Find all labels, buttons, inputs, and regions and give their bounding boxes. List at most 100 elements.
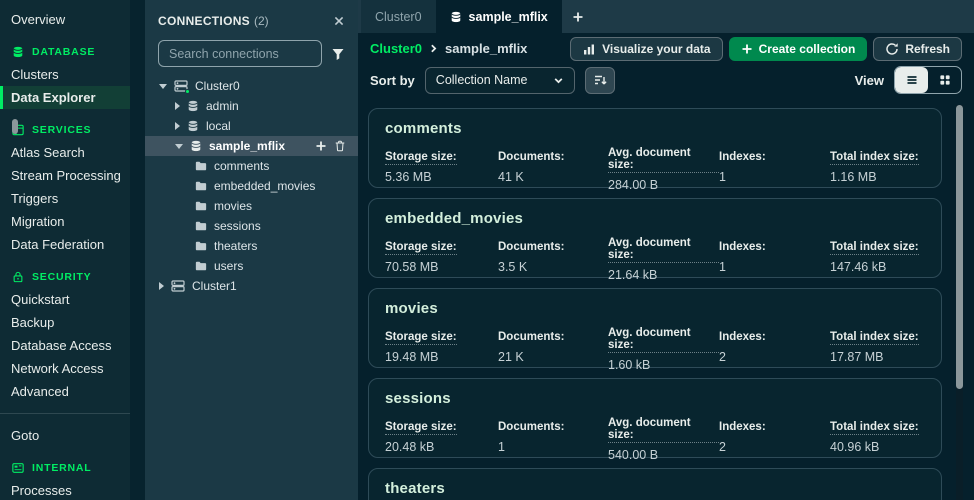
- stat-label-indexes: Indexes:: [719, 421, 766, 433]
- stat-value-storage-size: 20.48 kB: [385, 440, 498, 454]
- trash-icon: [334, 140, 346, 152]
- sort-field-value: Collection Name: [436, 73, 553, 87]
- tab-sample-mflix[interactable]: sample_mflix: [436, 0, 562, 33]
- list-view-button[interactable]: [895, 67, 928, 93]
- stat-value-indexes: 2: [719, 350, 830, 364]
- plus-icon: [741, 43, 753, 55]
- sidebar-section-label: SECURITY: [32, 271, 92, 283]
- tree-item-label: Cluster1: [192, 279, 237, 293]
- stat-label-total-index-size: Total index size:: [830, 241, 919, 255]
- stat-label-avg-doc-size: Avg. document size:: [608, 327, 719, 353]
- sidebar-item-database-access[interactable]: Database Access: [0, 334, 130, 357]
- tab-cluster0[interactable]: Cluster0: [361, 0, 436, 33]
- tree-item-label: movies: [214, 199, 252, 213]
- sort-field-select[interactable]: Collection Name: [425, 67, 575, 94]
- sidebar-item-triggers[interactable]: Triggers: [0, 187, 130, 210]
- tree-item-users[interactable]: users: [145, 256, 358, 276]
- sidebar-item-clusters[interactable]: Clusters: [0, 63, 130, 86]
- sort-direction-button[interactable]: [585, 67, 615, 94]
- vertical-scrollbar[interactable]: [956, 105, 963, 500]
- app-window: Overview DATABASE Clusters Data Explorer…: [0, 0, 974, 500]
- visualize-data-button[interactable]: Visualize your data: [570, 37, 723, 61]
- sidebar-item-goto[interactable]: Goto: [0, 424, 130, 447]
- grid-view-button[interactable]: [928, 67, 961, 93]
- sidebar-item-network-access[interactable]: Network Access: [0, 357, 130, 380]
- sidebar-section-label: INTERNAL: [32, 462, 91, 474]
- stat-value-total-index-size: 40.96 kB: [830, 440, 925, 454]
- sidebar-item-stream-processing[interactable]: Stream Processing: [0, 164, 130, 187]
- collection-title: movies: [385, 300, 925, 317]
- sidebar-item-backup[interactable]: Backup: [0, 311, 130, 334]
- sidebar-item-data-explorer[interactable]: Data Explorer: [0, 86, 130, 109]
- tree-item-sample-mflix[interactable]: sample_mflix: [145, 136, 358, 156]
- connections-tree: Cluster0 admin local sample_mflix: [145, 76, 358, 296]
- tree-item-cluster0[interactable]: Cluster0: [145, 76, 358, 96]
- tree-item-label: comments: [214, 159, 269, 173]
- collection-title: theaters: [385, 480, 925, 497]
- collection-card-comments[interactable]: comments Storage size:5.36 MB Documents:…: [368, 108, 942, 188]
- tree-item-theaters[interactable]: theaters: [145, 236, 358, 256]
- tree-item-comments[interactable]: comments: [145, 156, 358, 176]
- caret-right-icon[interactable]: [159, 282, 164, 290]
- tree-item-label: embedded_movies: [214, 179, 315, 193]
- main-sidebar: Overview DATABASE Clusters Data Explorer…: [0, 0, 130, 500]
- grid-view-icon: [939, 74, 951, 86]
- stat-value-storage-size: 70.58 MB: [385, 260, 498, 274]
- breadcrumb-database: sample_mflix: [445, 41, 527, 56]
- database-icon: [12, 46, 24, 58]
- sidebar-item-atlas-search[interactable]: Atlas Search: [0, 141, 130, 164]
- connections-header: CONNECTIONS (2): [145, 10, 358, 32]
- refresh-button[interactable]: Refresh: [873, 37, 962, 61]
- filter-connections-button[interactable]: [331, 47, 345, 61]
- create-collection-button[interactable]: Create collection: [729, 37, 868, 61]
- tree-item-cluster1[interactable]: Cluster1: [145, 276, 358, 296]
- tree-item-label: local: [206, 119, 231, 133]
- tree-item-label: sessions: [214, 219, 261, 233]
- collection-card-theaters[interactable]: theaters: [368, 468, 942, 500]
- tree-item-sessions[interactable]: sessions: [145, 216, 358, 236]
- collection-card-embedded-movies[interactable]: embedded_movies Storage size:70.58 MB Do…: [368, 198, 942, 278]
- tree-item-movies[interactable]: movies: [145, 196, 358, 216]
- scrollbar-thumb[interactable]: [956, 105, 963, 389]
- stat-label-storage-size: Storage size:: [385, 241, 457, 255]
- caret-right-icon[interactable]: [175, 122, 180, 130]
- caret-right-icon[interactable]: [175, 102, 180, 110]
- database-icon: [187, 120, 199, 132]
- caret-down-icon[interactable]: [175, 144, 183, 149]
- sidebar-item-migration[interactable]: Migration: [0, 210, 130, 233]
- create-collection-icon-button[interactable]: [315, 140, 327, 152]
- sidebar-item-processes[interactable]: Processes: [0, 479, 130, 500]
- stat-value-documents: 21 K: [498, 350, 608, 364]
- collection-card-movies[interactable]: movies Storage size:19.48 MB Documents:2…: [368, 288, 942, 368]
- stat-value-avg-doc-size: 1.60 kB: [608, 358, 719, 372]
- stat-label-avg-doc-size: Avg. document size:: [608, 237, 719, 263]
- sidebar-item-quickstart[interactable]: Quickstart: [0, 288, 130, 311]
- drop-database-icon-button[interactable]: [334, 140, 346, 152]
- tree-item-label: theaters: [214, 239, 257, 253]
- new-tab-button[interactable]: [562, 0, 594, 33]
- collection-stats: Storage size:5.36 MB Documents:41 K Avg.…: [385, 147, 925, 192]
- tree-item-embedded-movies[interactable]: embedded_movies: [145, 176, 358, 196]
- tree-item-label: admin: [206, 99, 239, 113]
- breadcrumb-cluster[interactable]: Cluster0: [370, 41, 422, 56]
- internal-icon: [12, 462, 24, 474]
- tree-item-admin[interactable]: admin: [145, 96, 358, 116]
- sidebar-item-advanced[interactable]: Advanced: [0, 380, 130, 403]
- workspace-tab-bar: Cluster0 sample_mflix: [358, 0, 974, 33]
- connected-status-dot: [185, 89, 190, 94]
- stat-value-avg-doc-size: 284.00 B: [608, 178, 719, 192]
- breadcrumb-chevron-icon: [428, 43, 439, 54]
- tree-item-local[interactable]: local: [145, 116, 358, 136]
- stat-value-indexes: 1: [719, 260, 830, 274]
- sort-view-bar: Sort by Collection Name View: [358, 64, 974, 96]
- close-panel-button[interactable]: [333, 15, 345, 27]
- caret-down-icon[interactable]: [159, 84, 167, 89]
- close-icon: [333, 15, 345, 27]
- sidebar-item-data-federation[interactable]: Data Federation: [0, 233, 130, 256]
- tree-item-label: Cluster0: [195, 79, 240, 93]
- collection-card-sessions[interactable]: sessions Storage size:20.48 kB Documents…: [368, 378, 942, 458]
- sidebar-item-overview[interactable]: Overview: [0, 8, 130, 31]
- panel-resize-handle[interactable]: [12, 119, 18, 134]
- search-connections-input[interactable]: [158, 40, 322, 67]
- cluster-icon: [171, 279, 185, 293]
